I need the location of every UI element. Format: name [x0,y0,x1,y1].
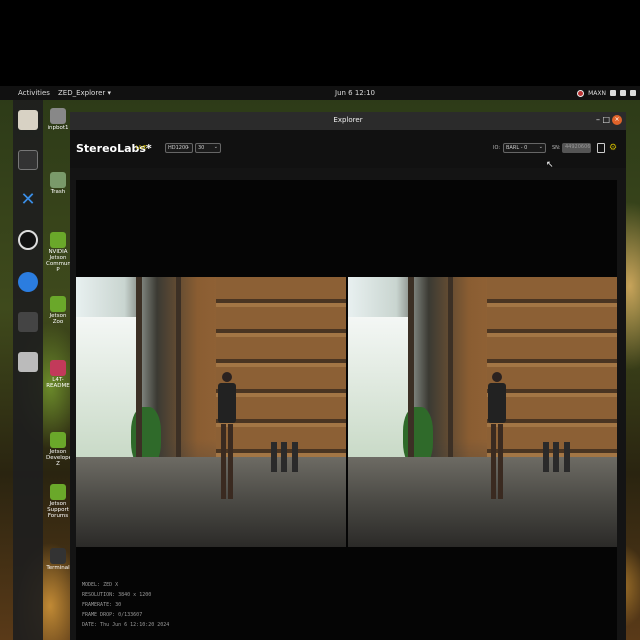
desktop-icon-terminal[interactable]: Terminal [46,548,70,571]
desktop-icon-developer[interactable]: Jetson Developer Z [46,432,74,467]
desktop-icon-label: Terminal [46,565,70,571]
network-icon[interactable] [610,90,616,96]
obs-icon[interactable] [18,230,38,250]
desktop-icon-inpbot[interactable]: inpbot1 [46,108,70,131]
device-select[interactable]: BARL - 0 ⌄ [503,143,546,153]
power-mode-label[interactable]: MAXN [588,90,606,97]
terminal-icon [50,548,66,564]
record-icon[interactable] [597,143,605,153]
top-bar: Activities ZED_Explorer ▾ Jun 6 12:10 MA… [0,86,640,100]
window-titlebar[interactable]: Explorer – □ × [70,112,626,130]
vscode-icon[interactable]: ✕ [18,190,38,210]
desktop-icon-label: Trash [50,189,66,195]
chevron-down-icon: ⌄ [185,144,190,150]
settings-gear-icon[interactable]: ⚙ [609,143,617,153]
maximize-button[interactable]: □ [602,116,610,124]
files-icon[interactable] [18,110,38,130]
desktop-icon-label: L4T-README [46,377,70,389]
info-framerate: FRAMERATE: 30 [82,602,122,608]
mouse-cursor-icon: ↖ [546,160,554,170]
serial-label: SN: [552,145,561,151]
minimize-button[interactable]: – [596,116,600,124]
chromium-icon[interactable] [18,272,38,292]
toolbar: StereoLabs* LIVE HD1200 ⌄ 30 ⌄ IO: BARL … [70,130,626,168]
folder-icon [50,108,66,124]
power-icon[interactable] [630,90,636,96]
device-label: IO: [493,145,501,151]
volume-icon[interactable] [620,90,626,96]
dock: ✕ [13,100,43,640]
right-camera-image [347,277,617,547]
clock[interactable]: Jun 6 12:10 [335,89,375,97]
trash-icon [50,172,66,188]
nvidia-icon[interactable] [577,89,585,97]
stereo-pair [76,277,617,547]
live-badge: LIVE [136,145,147,151]
fps-select[interactable]: 30 ⌄ [195,143,221,153]
disk-icon[interactable] [18,352,38,372]
explorer-window: Explorer – □ × StereoLabs* LIVE HD1200 ⌄… [70,112,626,640]
desktop-icon-label: Jetson Zoo [49,313,67,325]
fps-value: 30 [198,145,205,151]
chevron-down-icon: ⌄ [213,144,218,150]
info-model: MODEL: ZED X [82,582,119,588]
terminal-icon[interactable] [18,150,38,170]
left-camera-image [76,277,346,547]
serial-field[interactable]: 44920606 [562,143,591,153]
info-resolution: RESOLUTION: 3840 x 1200 [82,592,152,598]
nvidia-icon [50,232,66,248]
desktop-icon-trash[interactable]: Trash [46,172,70,195]
device-value: BARL - 0 [506,145,528,151]
desktop-icon-readme[interactable]: L4T-README [46,360,70,389]
window-title: Explorer [333,116,363,124]
activities-button[interactable]: Activities [18,89,50,97]
close-button[interactable]: × [612,115,622,125]
drive-icon [50,360,66,376]
desktop-icon-support[interactable]: Jetson Support Forums [46,484,70,519]
nvidia-icon [50,484,66,500]
info-frame-drop: FRAME DROP: 0/133607 [82,612,143,618]
desktop-icon-label: inpbot1 [47,125,69,131]
desktop-icon-label: Jetson Support Forums [47,501,69,519]
desktop-icon-jetson-zoo[interactable]: Jetson Zoo [46,296,70,325]
camera-info-panel: MODEL: ZED X RESOLUTION: 3840 x 1200 FRA… [82,580,169,630]
nvidia-icon [50,432,66,448]
app-menu[interactable]: ZED_Explorer ▾ [58,89,111,97]
stereo-viewer: MODEL: ZED X RESOLUTION: 3840 x 1200 FRA… [76,180,617,640]
app-icon[interactable] [18,312,38,332]
nvidia-icon [50,296,66,312]
info-date: DATE: Thu Jun 6 12:10:20 2024 [82,622,170,628]
desktop-icon-community[interactable]: NVIDIA Jetson Community P [46,232,78,273]
chevron-down-icon: ⌄ [538,144,543,150]
walking-person [486,372,508,517]
resolution-select[interactable]: HD1200 ⌄ [165,143,193,153]
system-tray[interactable]: MAXN [577,89,636,97]
walking-person [216,372,238,517]
